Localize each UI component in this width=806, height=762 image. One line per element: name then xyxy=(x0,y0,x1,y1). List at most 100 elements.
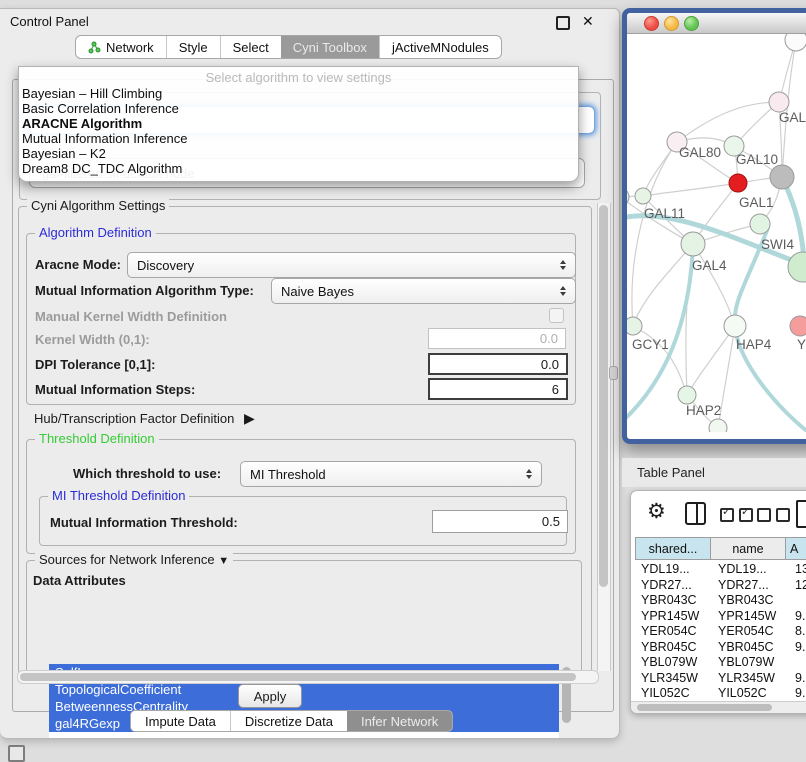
tab-style[interactable]: Style xyxy=(166,36,220,58)
algorithm-option[interactable]: Bayesian – Hill Climbing xyxy=(19,86,578,101)
table-row[interactable]: YBR045CYBR045C9. xyxy=(635,640,806,656)
table-row[interactable]: YER054CYER054C8. xyxy=(635,624,806,640)
table-body: YDL19...YDL19...13YDR27...YDR27...12YBR0… xyxy=(635,562,806,701)
dpi-tolerance-field[interactable]: 0.0 xyxy=(428,353,568,375)
tab-discretize-data[interactable]: Discretize Data xyxy=(230,711,347,731)
settings-horizontal-scrollbar-thumb[interactable] xyxy=(20,673,576,681)
tab-discretize-data-label: Discretize Data xyxy=(245,714,333,729)
which-threshold-value: MI Threshold xyxy=(250,467,521,482)
table-horizontal-scrollbar[interactable] xyxy=(631,701,806,714)
table-row[interactable]: YBL079WYBL079W xyxy=(635,655,806,671)
settings-vertical-scrollbar[interactable] xyxy=(597,203,611,671)
network-node[interactable] xyxy=(678,386,696,404)
kernel-width-value: 0.0 xyxy=(540,331,558,346)
gear-icon[interactable]: ⚙ xyxy=(647,499,666,524)
network-edge[interactable] xyxy=(687,326,735,395)
algorithm-definition-group: Algorithm Definition Aracne Mode: Discov… xyxy=(26,233,576,405)
network-view-window[interactable]: GALGAL80GAL10GAL1GAL11SWI4GAL4GCY1HAP4YH… xyxy=(622,8,806,444)
table-row[interactable]: YBR043CYBR043C xyxy=(635,593,806,609)
algorithm-option[interactable]: Basic Correlation Inference xyxy=(19,101,578,116)
network-node[interactable] xyxy=(769,92,789,112)
table-row[interactable]: YIL052CYIL052C9. xyxy=(635,686,806,701)
float-window-icon[interactable] xyxy=(556,16,570,30)
cyni-algorithm-settings-title: Cyni Algorithm Settings xyxy=(27,198,169,213)
network-node[interactable] xyxy=(770,165,794,189)
mi-threshold-group-title: MI Threshold Definition xyxy=(48,488,189,503)
kernel-width-field[interactable]: 0.0 xyxy=(428,328,566,349)
tab-infer-network[interactable]: Infer Network xyxy=(347,711,452,731)
network-node[interactable] xyxy=(729,174,747,192)
stepper-arrows-icon xyxy=(555,260,571,271)
select-all-icon[interactable]: ✓ ✓ xyxy=(720,508,753,522)
network-node[interactable] xyxy=(788,252,806,282)
tab-style-label: Style xyxy=(179,40,208,55)
network-node[interactable] xyxy=(724,315,746,337)
minimize-traffic-light-icon[interactable] xyxy=(664,16,679,31)
tab-select[interactable]: Select xyxy=(220,36,281,58)
algorithm-option[interactable]: Bayesian – K2 xyxy=(19,146,578,161)
stepper-arrows-icon xyxy=(521,469,537,480)
new-table-icon[interactable] xyxy=(796,500,806,528)
manual-kernel-label: Manual Kernel Width Definition xyxy=(35,309,227,324)
apply-button-label: Apply xyxy=(254,689,287,704)
close-icon[interactable]: ✕ xyxy=(582,13,594,30)
network-node[interactable] xyxy=(790,316,806,336)
table-row[interactable]: YDL19...YDL19...13 xyxy=(635,562,806,578)
network-edge[interactable] xyxy=(643,183,738,196)
zoom-traffic-light-icon[interactable] xyxy=(684,16,699,31)
algorithm-option[interactable]: Mutual Information Inference xyxy=(19,131,578,146)
panel-splitter-handle[interactable] xyxy=(609,366,618,380)
table-row[interactable]: YLR345WYLR345W9. xyxy=(635,671,806,687)
tab-cyni-toolbox[interactable]: Cyni Toolbox xyxy=(281,36,379,58)
mi-threshold-value: 0.5 xyxy=(542,514,560,529)
close-traffic-light-icon[interactable] xyxy=(644,16,659,31)
aracne-mode-combobox[interactable]: Discovery xyxy=(127,252,576,278)
network-node-label: HAP2 xyxy=(686,403,721,418)
table-horizontal-scrollbar-thumb[interactable] xyxy=(637,704,772,711)
algorithm-option[interactable]: Dream8 DC_TDC Algorithm xyxy=(19,161,578,176)
hub-definition-toggle[interactable]: Hub/Transcription Factor Definition ▶ xyxy=(34,410,255,427)
table-row[interactable]: YPR145WYPR145W9. xyxy=(635,609,806,625)
network-graph[interactable]: GALGAL80GAL10GAL1GAL11SWI4GAL4GCY1HAP4YH… xyxy=(627,34,806,432)
tab-impute-data[interactable]: Impute Data xyxy=(131,711,230,731)
table-window: ⚙ ✓ ✓ shared... name A YDL19...YDL19...1… xyxy=(630,490,806,714)
network-node-label: SWI4 xyxy=(761,237,794,252)
dpi-tolerance-label: DPI Tolerance [0,1]: xyxy=(35,357,155,372)
tab-network-label: Network xyxy=(106,40,154,55)
network-node[interactable] xyxy=(709,419,727,432)
algorithm-option[interactable]: ARACNE Algorithm xyxy=(19,116,578,131)
network-node[interactable] xyxy=(750,214,770,234)
tab-network[interactable]: Network xyxy=(76,36,166,58)
tab-jactivemnodules[interactable]: jActiveMNodules xyxy=(379,36,501,58)
network-node[interactable] xyxy=(635,188,651,204)
which-threshold-combobox[interactable]: MI Threshold xyxy=(240,461,542,487)
network-node-label: HAP4 xyxy=(736,337,772,352)
stepper-arrows-icon xyxy=(555,286,571,297)
mi-steps-field[interactable]: 6 xyxy=(428,378,568,400)
mi-type-combobox[interactable]: Naive Bayes xyxy=(271,278,576,304)
network-node[interactable] xyxy=(681,232,705,256)
table-row[interactable]: YDR27...YDR27...12 xyxy=(635,578,806,594)
deselect-all-icon[interactable] xyxy=(757,508,790,522)
network-node[interactable] xyxy=(785,34,806,51)
column-header-name[interactable]: name xyxy=(711,537,786,560)
network-edge[interactable] xyxy=(632,142,677,326)
apply-button[interactable]: Apply xyxy=(238,684,302,708)
column-header-shared-name[interactable]: shared... xyxy=(635,537,711,560)
mi-threshold-field[interactable]: 0.5 xyxy=(432,510,568,533)
network-canvas[interactable]: GALGAL80GAL10GAL1GAL11SWI4GAL4GCY1HAP4YH… xyxy=(627,34,806,432)
tab-cyni-toolbox-label: Cyni Toolbox xyxy=(293,40,367,55)
network-edge[interactable] xyxy=(677,102,779,142)
network-window-titlebar[interactable] xyxy=(627,13,806,34)
manual-kernel-checkbox[interactable] xyxy=(549,308,564,323)
settings-vertical-scrollbar-thumb[interactable] xyxy=(599,205,608,587)
tab-select-label: Select xyxy=(233,40,269,55)
minimized-panel-icon[interactable] xyxy=(8,745,25,762)
network-edge[interactable] xyxy=(693,244,735,326)
split-view-icon[interactable] xyxy=(685,502,706,525)
data-attributes-label: Data Attributes xyxy=(33,573,126,588)
network-node[interactable] xyxy=(627,317,642,335)
algorithm-dropdown-popup: Select algorithm to view settings Bayesi… xyxy=(18,66,579,182)
column-header-partial[interactable]: A xyxy=(786,537,806,560)
settings-horizontal-scrollbar[interactable] xyxy=(17,670,599,684)
